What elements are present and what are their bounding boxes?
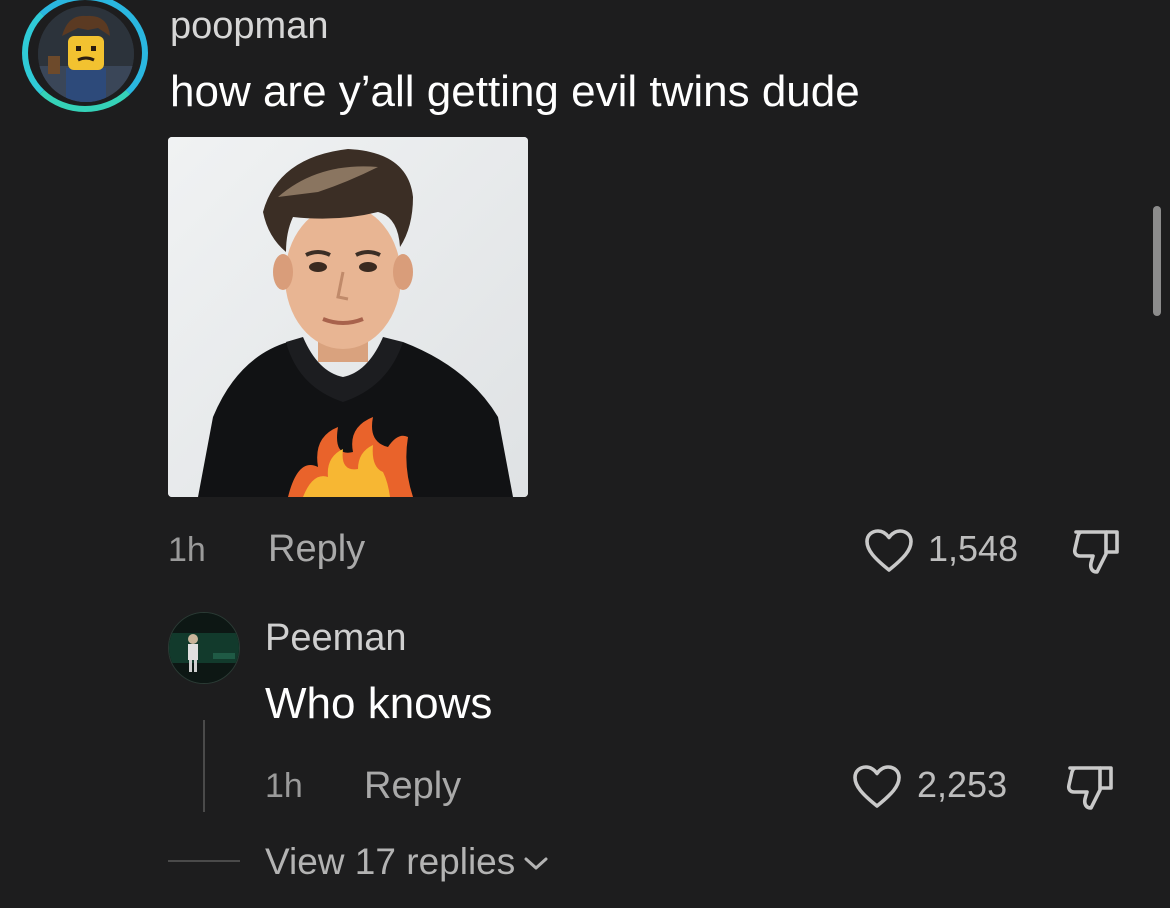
- heart-outline-icon: [865, 529, 913, 572]
- view-replies-line: [168, 860, 240, 862]
- thumbs-down-icon: [1072, 530, 1119, 574]
- lego-avatar-image: [38, 6, 134, 102]
- reply-timestamp: 1h: [265, 767, 303, 805]
- scrollbar[interactable]: [1153, 206, 1161, 316]
- like-button[interactable]: [864, 528, 914, 574]
- dislike-button[interactable]: [1070, 526, 1126, 576]
- reply-button[interactable]: Reply: [268, 527, 365, 571]
- thumbs-down-icon: [1066, 766, 1113, 810]
- chevron-down-icon: [524, 857, 548, 870]
- reply-reply-button[interactable]: Reply: [364, 764, 461, 808]
- reply-like-count: 2,253: [917, 764, 1008, 805]
- heart-outline-icon: [853, 765, 901, 808]
- comment-username[interactable]: poopman: [170, 4, 328, 48]
- comment-attached-image[interactable]: [168, 137, 528, 497]
- thread-line: [203, 720, 205, 812]
- person-photo: [168, 137, 528, 497]
- comment-text: how are y’all getting evil twins dude: [170, 67, 860, 116]
- reply-username[interactable]: Peeman: [265, 616, 407, 660]
- view-replies-label: View 17 replies: [265, 841, 516, 882]
- reply-dislike-button[interactable]: [1064, 762, 1120, 812]
- reply-text: Who knows: [265, 679, 493, 728]
- comment-timestamp: 1h: [168, 531, 206, 569]
- reply-like-button[interactable]: [852, 764, 902, 810]
- like-count: 1,548: [928, 528, 1019, 569]
- reply-avatar-image: [169, 613, 239, 683]
- view-replies-button[interactable]: View 17 replies: [265, 840, 551, 884]
- reply-avatar[interactable]: [168, 612, 240, 684]
- avatar[interactable]: [38, 6, 134, 102]
